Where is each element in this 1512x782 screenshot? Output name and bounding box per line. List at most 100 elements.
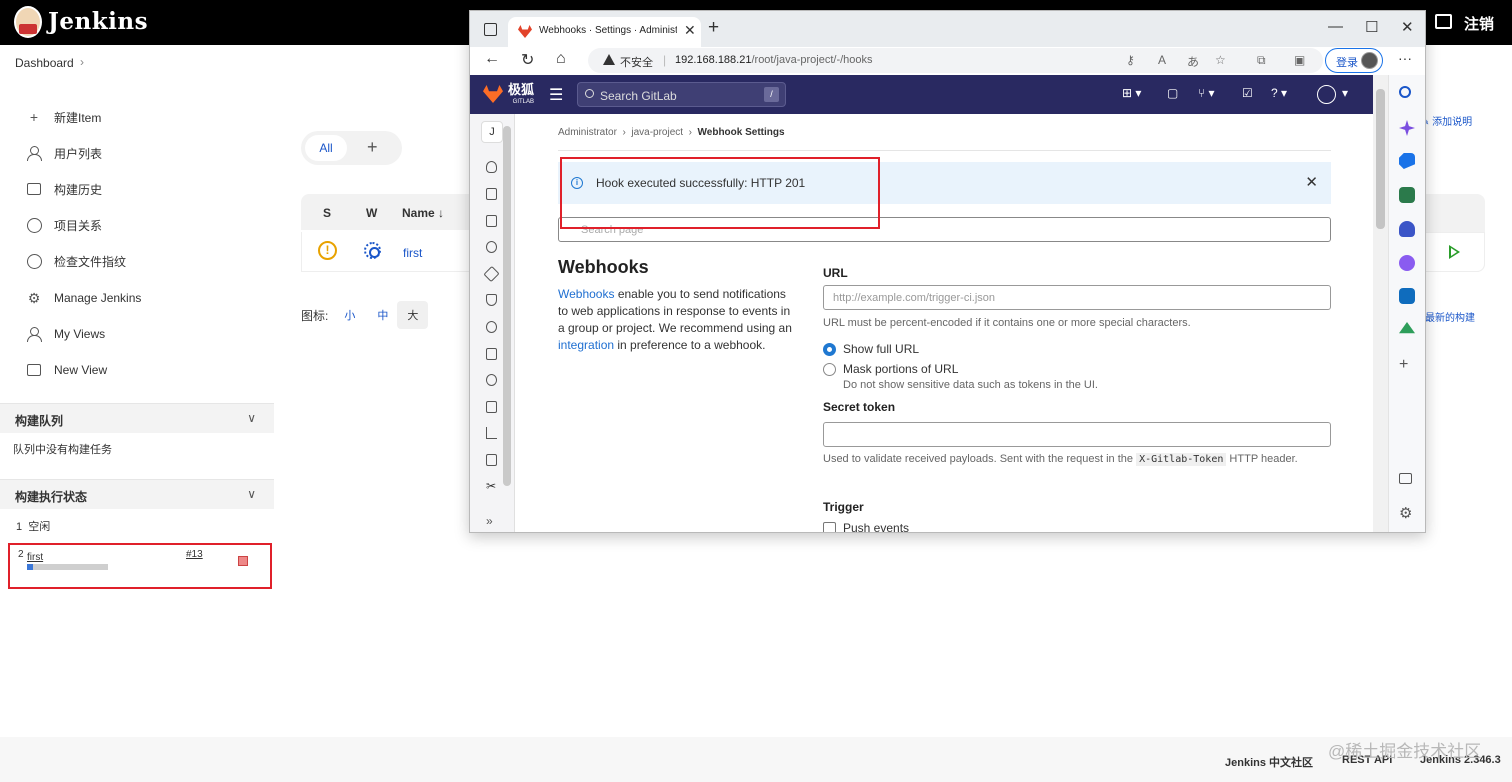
merge-request-icon[interactable] xyxy=(486,241,497,253)
breadcrumb-administrator[interactable]: Administrator xyxy=(558,127,617,138)
close-tab-icon[interactable]: ✕ xyxy=(684,22,696,39)
settings-gear-icon[interactable]: ⚙ xyxy=(1399,506,1415,522)
tab-all[interactable]: All xyxy=(305,135,347,161)
chevron-down-icon[interactable]: ∨ xyxy=(247,411,256,425)
office-icon[interactable] xyxy=(1399,255,1415,271)
show-full-url-label[interactable]: Show full URL xyxy=(843,342,919,356)
new-tab-icon[interactable]: + xyxy=(708,17,719,39)
help-icon[interactable]: ? ▾ xyxy=(1271,86,1287,100)
gitlab-brand[interactable]: 极狐 GITLAB xyxy=(508,83,534,109)
snippets-scissors-icon[interactable]: ✂ xyxy=(486,480,497,492)
show-full-url-radio[interactable] xyxy=(823,343,836,356)
close-window-icon[interactable]: ✕ xyxy=(1401,18,1414,36)
menu-build-history[interactable]: 构建历史 xyxy=(25,179,102,199)
add-sidebar-app-icon[interactable]: + xyxy=(1399,357,1415,373)
home-icon[interactable]: ⌂ xyxy=(556,50,566,68)
url-text[interactable]: 192.168.188.21/root/java-project/-/hooks xyxy=(675,54,873,66)
rocket-icon[interactable] xyxy=(483,265,500,283)
push-events-label[interactable]: Push events xyxy=(843,521,909,532)
package-icon[interactable] xyxy=(486,348,497,360)
maximize-icon[interactable]: ☐ xyxy=(1365,18,1378,36)
todos-icon[interactable]: ☑ xyxy=(1242,86,1253,100)
issues-icon[interactable] xyxy=(486,215,497,227)
close-alert-icon[interactable]: ✕ xyxy=(1305,173,1318,191)
chevron-down-icon[interactable]: ▾ xyxy=(1342,86,1348,100)
executor-build-link[interactable]: #13 xyxy=(186,549,203,560)
key-icon[interactable]: ⚷ xyxy=(1126,53,1135,67)
breadcrumb-dashboard[interactable]: Dashboard xyxy=(15,56,74,70)
col-status[interactable]: S xyxy=(323,206,331,220)
menu-fingerprint[interactable]: 检查文件指纹 xyxy=(25,251,126,271)
mask-url-radio[interactable] xyxy=(823,363,836,376)
gitlab-search-input[interactable]: Search GitLab / xyxy=(577,82,786,107)
breadcrumb-java-project[interactable]: java-project xyxy=(631,127,683,138)
favorite-icon[interactable]: ☆ xyxy=(1215,53,1226,67)
extensions-icon[interactable]: ⧉ xyxy=(1257,53,1266,68)
menu-users[interactable]: 用户列表 xyxy=(25,143,102,163)
secret-token-input[interactable] xyxy=(823,422,1331,447)
monitor-icon[interactable] xyxy=(486,401,497,413)
address-bar[interactable]: 不安全 | 192.168.188.21/root/java-project/-… xyxy=(588,48,1323,73)
mask-url-label[interactable]: Mask portions of URL xyxy=(843,362,958,376)
wiki-icon[interactable] xyxy=(486,454,497,466)
minimize-icon[interactable]: — xyxy=(1328,18,1343,35)
add-view-button[interactable]: + xyxy=(367,137,378,158)
merge-requests-icon[interactable]: ⑂ ▾ xyxy=(1198,86,1215,100)
logout-link[interactable]: 注销 xyxy=(1464,13,1494,34)
menu-project-relations[interactable]: 项目关系 xyxy=(25,215,102,235)
icon-size-small[interactable]: 小 xyxy=(344,307,355,323)
webhooks-doc-link[interactable]: Webhooks xyxy=(558,287,614,301)
logout-icon[interactable] xyxy=(1435,14,1452,29)
copilot-icon[interactable] xyxy=(1399,120,1415,136)
expand-sidebar-icon[interactable]: » xyxy=(486,514,493,528)
gitlab-logo-icon[interactable] xyxy=(483,85,503,103)
outlook-icon[interactable] xyxy=(1399,288,1415,304)
shield-icon[interactable] xyxy=(486,294,497,306)
col-name[interactable]: Name ↓ xyxy=(402,206,444,220)
integration-link[interactable]: integration xyxy=(558,338,614,352)
icon-size-medium[interactable]: 中 xyxy=(377,307,388,323)
scrollbar-thumb[interactable] xyxy=(1376,89,1385,229)
chevron-down-icon[interactable]: ∨ xyxy=(247,487,256,501)
page-scrollbar[interactable] xyxy=(1373,75,1388,532)
refresh-icon[interactable]: ↻ xyxy=(521,50,534,70)
executor-status-header[interactable]: 构建执行状态 ∨ xyxy=(0,479,274,509)
back-icon[interactable]: ← xyxy=(484,50,500,68)
project-info-icon[interactable] xyxy=(486,161,497,173)
build-now-icon[interactable] xyxy=(1449,245,1460,259)
menu-my-views[interactable]: My Views xyxy=(25,324,105,344)
project-avatar[interactable]: J xyxy=(481,121,503,143)
build-progress-bar[interactable] xyxy=(27,564,108,570)
games-icon[interactable] xyxy=(1399,221,1415,237)
build-queue-header[interactable]: 构建队列 ∨ xyxy=(0,403,274,433)
shopping-tag-icon[interactable] xyxy=(1399,153,1415,169)
push-events-checkbox[interactable] xyxy=(823,522,836,532)
deployments-icon[interactable] xyxy=(486,321,497,333)
user-avatar[interactable] xyxy=(1317,85,1336,104)
insecure-label[interactable]: 不安全 xyxy=(620,54,653,70)
job-link-first[interactable]: first xyxy=(403,246,422,260)
menu-new-item[interactable]: + 新建Item xyxy=(25,107,101,127)
infrastructure-icon[interactable] xyxy=(486,374,497,386)
profile-login-button[interactable]: 登录 xyxy=(1325,48,1383,73)
analytics-icon[interactable] xyxy=(486,427,497,439)
tools-icon[interactable] xyxy=(1399,187,1415,203)
tab-actions-icon[interactable] xyxy=(484,23,497,36)
breadcrumb-webhook-settings[interactable]: Webhook Settings xyxy=(698,127,785,138)
collections-icon[interactable]: ▣ xyxy=(1294,53,1305,67)
sidebar-scrollbar-thumb[interactable] xyxy=(503,126,511,486)
menu-new-view[interactable]: New View xyxy=(25,360,107,380)
jenkins-logo-icon[interactable] xyxy=(14,6,42,38)
issues-icon[interactable]: ▢ xyxy=(1167,86,1178,100)
footer-community-link[interactable]: Jenkins 中文社区 xyxy=(1225,754,1313,770)
read-aloud-icon[interactable]: A xyxy=(1158,53,1166,67)
icon-size-large[interactable]: 大 xyxy=(397,301,429,329)
stop-build-icon[interactable] xyxy=(238,556,248,566)
translate-icon[interactable]: あ xyxy=(1187,53,1199,70)
hide-sidebar-icon[interactable] xyxy=(1399,473,1412,484)
breadcrumb-chevron-icon[interactable]: › xyxy=(80,55,84,69)
latest-build-link[interactable]: 最新的构建 xyxy=(1425,309,1475,324)
url-input[interactable]: http://example.com/trigger-ci.json xyxy=(823,285,1331,310)
col-weather[interactable]: W xyxy=(366,206,377,220)
tab-webhooks[interactable]: Webhooks · Settings · Administrator ✕ xyxy=(508,17,701,47)
